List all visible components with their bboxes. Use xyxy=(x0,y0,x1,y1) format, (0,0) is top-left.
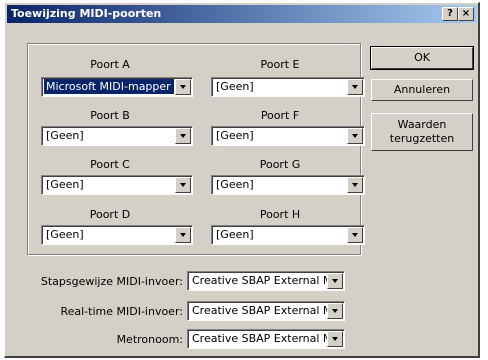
chevron-down-icon[interactable] xyxy=(327,273,343,289)
step-input-label: Stapsgewijze MIDI-invoer: xyxy=(40,275,183,288)
chevron-down-icon[interactable] xyxy=(347,128,363,144)
port-b-label: Poort B xyxy=(90,109,130,122)
port-h-label: Poort H xyxy=(259,208,301,221)
chevron-down-icon[interactable] xyxy=(175,177,191,193)
chevron-down-icon[interactable] xyxy=(175,227,191,243)
port-f-value: [Geen] xyxy=(216,129,254,142)
chevron-down-icon[interactable] xyxy=(175,79,191,95)
realtime-input-select[interactable]: Creative SBAP External MID xyxy=(187,301,345,321)
reset-label-line1: Waarden xyxy=(397,118,447,131)
close-button[interactable]: × xyxy=(458,7,474,21)
chevron-down-icon[interactable] xyxy=(347,79,363,95)
help-button[interactable]: ? xyxy=(442,7,458,21)
port-e-value: [Geen] xyxy=(216,80,254,93)
ports-group xyxy=(27,43,361,255)
port-d-select[interactable]: [Geen] xyxy=(41,225,193,245)
chevron-down-icon[interactable] xyxy=(347,227,363,243)
port-h-select[interactable]: [Geen] xyxy=(211,225,365,245)
realtime-input-label: Real-time MIDI-invoer: xyxy=(60,305,183,318)
chevron-down-icon[interactable] xyxy=(347,177,363,193)
chevron-down-icon[interactable] xyxy=(175,128,191,144)
title-bar[interactable]: Toewijzing MIDI-poorten xyxy=(7,5,477,23)
port-e-label: Poort E xyxy=(260,58,300,71)
ok-button[interactable]: OK xyxy=(370,46,474,70)
port-a-select[interactable]: Microsoft MIDI-mapper xyxy=(41,77,193,97)
chevron-down-icon[interactable] xyxy=(327,303,343,319)
port-g-label: Poort G xyxy=(259,158,301,171)
close-icon: × xyxy=(461,8,471,19)
metronome-select[interactable]: Creative SBAP External MID xyxy=(187,329,345,349)
reset-values-button[interactable]: Waarden terugzetten xyxy=(371,113,473,151)
port-d-value: [Geen] xyxy=(46,228,84,241)
port-f-select[interactable]: [Geen] xyxy=(211,126,365,146)
port-e-select[interactable]: [Geen] xyxy=(211,77,365,97)
port-b-select[interactable]: [Geen] xyxy=(41,126,193,146)
port-b-value: [Geen] xyxy=(46,129,84,142)
port-g-select[interactable]: [Geen] xyxy=(211,175,365,195)
help-icon: ? xyxy=(447,8,453,19)
midi-ports-dialog: Toewijzing MIDI-poorten ? × Poort A Micr… xyxy=(4,2,480,358)
port-h-value: [Geen] xyxy=(216,228,254,241)
step-input-value: Creative SBAP External MID xyxy=(192,274,328,287)
step-input-select[interactable]: Creative SBAP External MID xyxy=(187,271,345,291)
port-g-value: [Geen] xyxy=(216,178,254,191)
cancel-button[interactable]: Annuleren xyxy=(371,79,473,101)
port-a-value: Microsoft MIDI-mapper xyxy=(44,79,174,94)
port-c-value: [Geen] xyxy=(46,178,84,191)
reset-label-line2: terugzetten xyxy=(389,132,455,145)
metronome-label: Metronoom: xyxy=(116,333,183,346)
port-f-label: Poort F xyxy=(260,109,300,122)
realtime-input-value: Creative SBAP External MID xyxy=(192,304,328,317)
port-d-label: Poort D xyxy=(89,208,131,221)
port-a-label: Poort A xyxy=(90,58,130,71)
port-c-select[interactable]: [Geen] xyxy=(41,175,193,195)
window-title: Toewijzing MIDI-poorten xyxy=(11,7,162,20)
metronome-value: Creative SBAP External MID xyxy=(192,332,328,345)
chevron-down-icon[interactable] xyxy=(327,331,343,347)
port-c-label: Poort C xyxy=(90,158,130,171)
